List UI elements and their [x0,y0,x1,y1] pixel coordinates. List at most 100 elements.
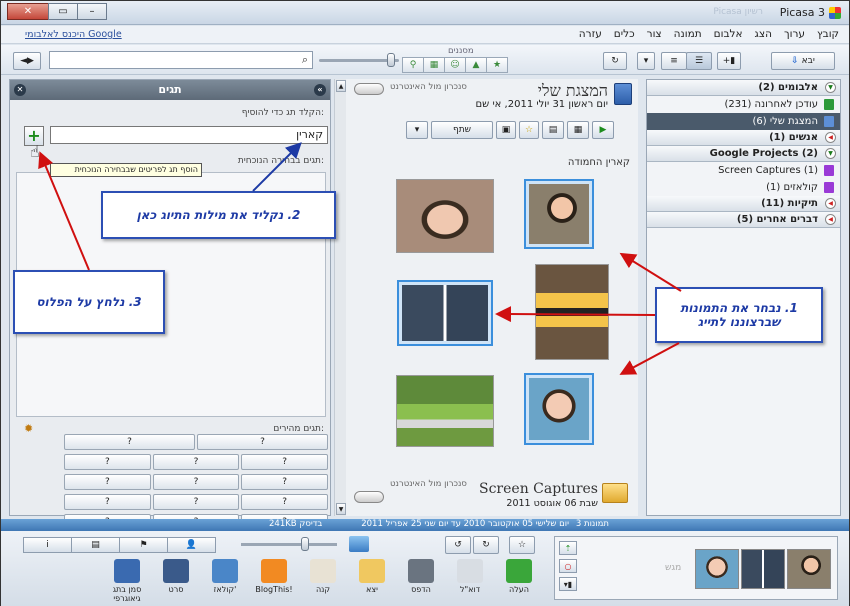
sidebar-group[interactable]: ▼ Google Projects (2) [647,146,840,162]
import-button[interactable]: ⇩ יבא [771,52,835,70]
collapse-panel-icon[interactable]: « [314,84,326,96]
geotag-button[interactable]: סמן בתג גיאוגרפי [107,559,147,603]
shop-button[interactable]: קנה [303,559,343,594]
rotate-view-button[interactable]: ↻ [603,52,627,70]
grid-view-button[interactable]: ☰ [686,52,712,70]
scroll-up-icon[interactable]: ▲ [336,80,346,92]
tray-photo-2[interactable] [741,549,785,589]
sidebar-group[interactable]: ▼ אלבומים (2) [647,80,840,96]
quick-tag-button[interactable]: ? [241,454,329,470]
quick-tag-button[interactable]: ? [152,494,240,510]
movie-button[interactable]: סרט [156,559,196,594]
star-photo-button[interactable]: ☆ [509,536,535,554]
export-button[interactable]: יצא [352,559,392,594]
gear-icon[interactable]: ✹ [24,422,33,435]
photo-thumbnail-selected-1[interactable] [524,179,594,249]
quick-tag-button[interactable]: ? [64,434,195,450]
filter-video-button[interactable]: ▦ [423,57,445,73]
close-panel-icon[interactable]: ✕ [14,84,26,96]
sidebar-item[interactable]: קולאזים (1) [647,179,840,196]
zoom-slider[interactable] [241,543,337,546]
share-button[interactable]: שתף [431,121,493,139]
collapse-left-icon[interactable]: ◀ [825,132,836,143]
filter-geotag-button[interactable]: ⚲ [402,57,424,73]
title-bar[interactable]: ✕ ▭ – Picasa רשיון Picasa 3 [1,1,849,25]
signin-link[interactable]: היכנס לאלבומי Google [25,29,122,40]
tag-input[interactable]: קארין [50,126,328,144]
filter-uploaded-button[interactable]: ▲ [465,57,487,73]
print-button[interactable]: הדפס [401,559,441,594]
email-button[interactable]: דוא"ל [450,559,490,594]
quick-tag-button[interactable]: ? [152,474,240,490]
share-dropdown-button[interactable]: ▾ [406,121,428,139]
sync-toggle-2[interactable] [354,491,384,503]
current-tags-label: תגים בבחירה הנוכחית: [237,156,324,166]
view-mode-button[interactable]: ◄▶ [13,52,41,70]
center-scrollbar[interactable]: ▲ ▼ [334,79,346,516]
sidebar-group[interactable]: ◀ אנשים (1) [647,130,840,146]
photo-thumbnail-6[interactable] [396,375,494,447]
view-dropdown-button[interactable]: ▾ [637,52,655,70]
expand-down-icon[interactable]: ▼ [825,148,836,159]
tray-hold-button[interactable]: ⇡ [559,541,577,555]
panel-tab-0[interactable]: i [23,537,72,553]
quick-tag-button[interactable]: ? [64,474,151,490]
movie-button[interactable]: ▦ [567,121,589,139]
menu-item-7[interactable]: עזרה [579,28,602,40]
scroll-down-icon[interactable]: ▼ [336,503,346,515]
tray-clear-button[interactable]: ○ [559,559,577,573]
save-button[interactable]: ▣ [496,121,516,139]
sidebar-group[interactable]: ◀ תיקיות (11) [647,196,840,212]
panel-tab-2[interactable]: ⚑ [119,537,168,553]
filter-slider-thumb[interactable] [387,53,395,67]
minimize-button[interactable]: – [77,3,107,20]
search-input[interactable]: ⌕ [49,51,313,69]
tray-photo-1[interactable] [695,549,739,589]
panel-tab-1[interactable]: ▤ [71,537,120,553]
expand-down-icon[interactable]: ▼ [825,82,836,93]
quick-tag-button[interactable]: ? [152,454,240,470]
menu-item-4[interactable]: תמונה [674,28,702,40]
blogger-button[interactable]: BlogThis! [254,559,294,594]
upload-button[interactable]: העלה [499,559,539,594]
menu-item-6[interactable]: כלים [614,28,635,40]
tray-photo-3[interactable] [787,549,831,589]
panel-tab-3[interactable]: 👤 [167,537,216,553]
quick-tag-button[interactable]: ? [64,454,151,470]
photo-thumbnail-selected-5[interactable] [524,373,594,445]
photo-thumbnail-selected-4[interactable] [397,280,493,346]
sidebar-item[interactable]: עודכן לאחרונה (231) [647,96,840,113]
tray-add-button[interactable]: ▾▮ [559,577,577,591]
sidebar-item[interactable]: Screen Captures (1) [647,162,840,179]
quick-tag-button[interactable]: ? [241,494,329,510]
photo-thumbnail-2[interactable] [396,179,494,253]
menu-item-3[interactable]: אלבום [714,28,743,40]
list-view-button[interactable]: ≡ [661,52,687,70]
star-album-button[interactable]: ☆ [519,121,539,139]
sidebar-group[interactable]: ◀ דברים אחרים (5) [647,212,840,228]
rotate-left-button[interactable]: ↺ [445,536,471,554]
photo-thumbnail-3[interactable] [535,264,609,360]
menu-item-0[interactable]: קובץ [817,28,839,40]
quick-tag-button[interactable]: ? [197,434,328,450]
slideshow-button[interactable]: ▶ [592,121,614,139]
zoom-slider-thumb[interactable] [301,537,309,551]
quick-tag-button[interactable]: ? [64,494,151,510]
sync-toggle[interactable] [354,83,384,95]
close-button[interactable]: ✕ [7,3,49,20]
menu-item-1[interactable]: ערוך [784,28,805,40]
restore-button[interactable]: ▭ [48,3,78,20]
tool-label: קולאז' [213,585,237,594]
sidebar-item[interactable]: המצגת שלי (6) [647,113,840,130]
collage-button[interactable]: ▤ [542,121,564,139]
add-album-button[interactable]: +▮ [717,52,741,70]
menu-item-5[interactable]: צור [647,28,662,40]
filter-people-button[interactable]: ☺ [444,57,466,73]
collapse-left-icon[interactable]: ◀ [825,198,836,209]
rotate-right-button[interactable]: ↻ [473,536,499,554]
collage-button[interactable]: קולאז' [205,559,245,594]
menu-item-2[interactable]: הצג [755,28,772,40]
collapse-left-icon[interactable]: ◀ [825,214,836,225]
quick-tag-button[interactable]: ? [241,474,329,490]
filter-starred-button[interactable]: ★ [486,57,508,73]
